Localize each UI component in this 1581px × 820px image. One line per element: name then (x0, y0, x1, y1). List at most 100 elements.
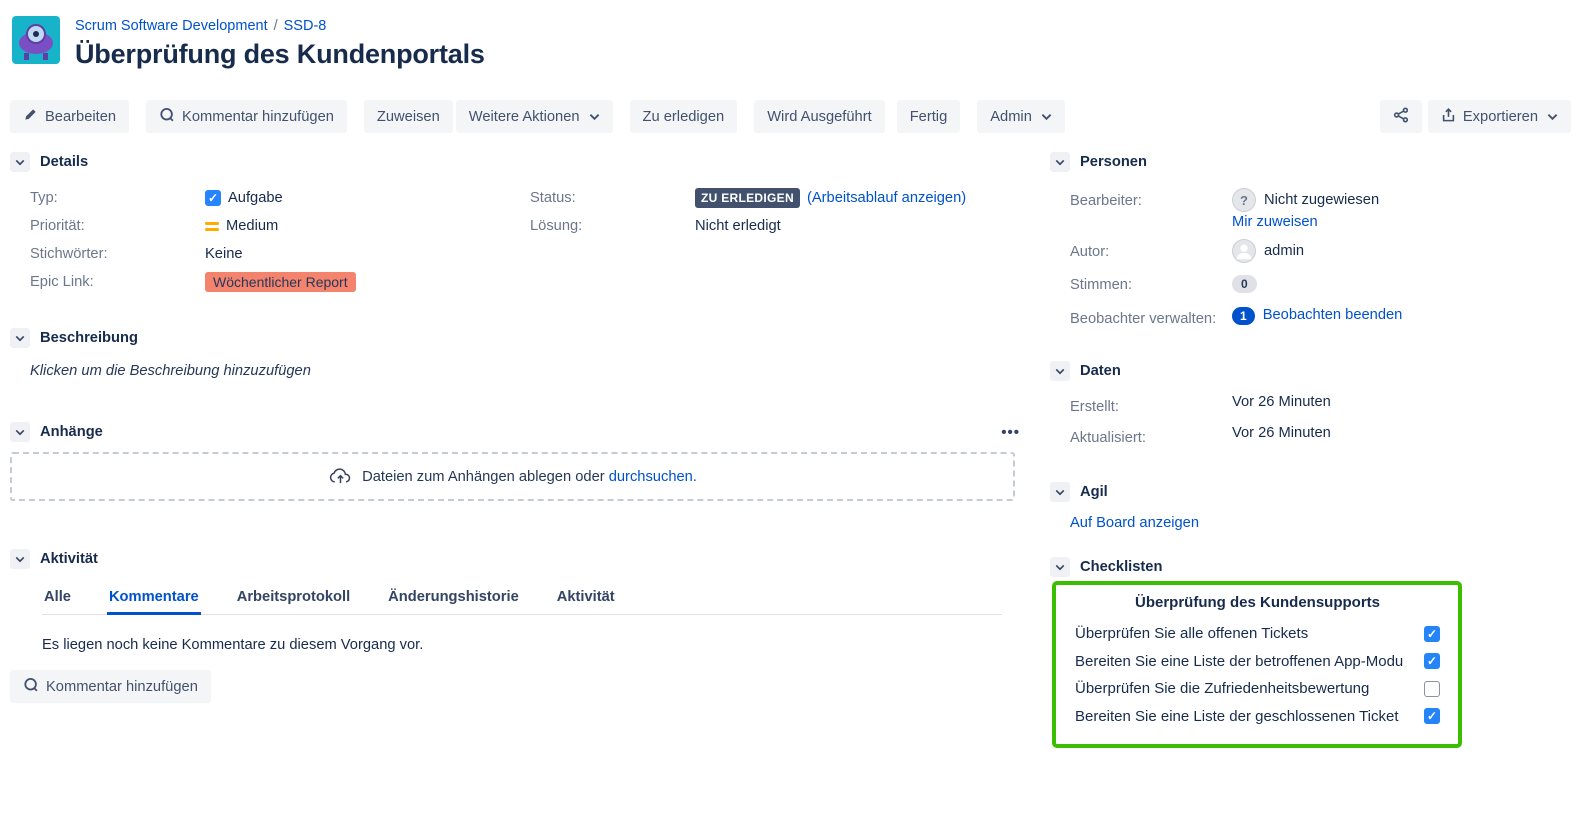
description-placeholder[interactable]: Klicken um die Beschreibung hinzuzufügen (30, 363, 1032, 379)
watchers-value: 1 Beobachten beenden (1232, 305, 1572, 331)
votes-label: Stimmen: (1070, 272, 1232, 296)
breadcrumb-project-link[interactable]: Scrum Software Development (75, 18, 268, 34)
epic-link-value: Wöchentlicher Report (205, 268, 530, 296)
reporter-value: admin (1232, 239, 1572, 263)
checklist-title: Überprüfung des Kundensupports (1075, 594, 1440, 611)
votes-value: 0 (1232, 272, 1572, 296)
checklist-item-label: Überprüfen Sie alle offenen Tickets (1075, 625, 1424, 642)
dates-heading: Daten (1080, 363, 1121, 379)
sidebar: Personen Bearbeiter: ? Nicht zugewiesen … (1050, 149, 1572, 748)
add-comment-bottom-button[interactable]: Kommentar hinzufügen (10, 670, 211, 703)
unassigned-avatar: ? (1232, 188, 1256, 212)
type-value-text: Aufgabe (228, 190, 283, 206)
priority-label: Priorität: (30, 212, 205, 240)
tab-aenderungshistorie[interactable]: Änderungshistorie (386, 583, 521, 614)
collapse-chevron-icon[interactable] (10, 422, 30, 442)
status-label: Status: (530, 184, 695, 212)
resolution-value: Nicht erledigt (695, 212, 1032, 240)
add-comment-button[interactable]: Kommentar hinzufügen (146, 100, 347, 133)
collapse-chevron-icon[interactable] (10, 152, 30, 172)
attachments-section-header: Anhänge ••• (10, 422, 1032, 442)
attachments-heading: Anhänge (40, 424, 103, 440)
checklist-item: Bereiten Sie eine Liste der betroffenen … (1075, 648, 1440, 676)
dates-section-header: Daten (1050, 361, 1572, 381)
checklist-item: Überprüfen Sie die Zufriedenheitsbewertu… (1075, 675, 1440, 703)
collapse-chevron-icon[interactable] (10, 549, 30, 569)
assign-button-label: Zuweisen (377, 109, 440, 125)
share-icon (1393, 107, 1409, 127)
toolbar: Bearbeiten Kommentar hinzufügen Zuweisen… (10, 100, 1571, 133)
share-button[interactable] (1380, 100, 1422, 133)
cloud-upload-icon (328, 465, 353, 489)
collapse-chevron-icon[interactable] (1050, 361, 1070, 381)
export-icon (1441, 107, 1456, 127)
breadcrumb: Scrum Software Development / SSD-8 (75, 16, 485, 36)
description-section-header: Beschreibung (10, 328, 1032, 348)
checklist-checkbox[interactable] (1424, 626, 1440, 642)
votes-badge: 0 (1232, 275, 1257, 293)
breadcrumb-separator: / (274, 18, 278, 34)
priority-medium-icon (205, 222, 219, 231)
resolution-label: Lösung: (530, 212, 695, 240)
collapse-chevron-icon[interactable] (10, 328, 30, 348)
assign-button[interactable]: Zuweisen (364, 100, 453, 133)
assign-to-me-link[interactable]: Mir zuweisen (1232, 214, 1318, 230)
add-comment-button-label: Kommentar hinzufügen (182, 109, 334, 125)
avatar-leg-shape (24, 53, 29, 60)
tab-alle[interactable]: Alle (42, 583, 73, 614)
assignee-value: ? Nicht zugewiesen Mir zuweisen (1232, 188, 1572, 230)
export-button[interactable]: Exportieren (1428, 100, 1571, 133)
dropzone-text: Dateien zum Anhängen ablegen oder durchs… (362, 469, 697, 485)
no-comments-message: Es liegen noch keine Kommentare zu diese… (42, 637, 1032, 653)
dates-grid: Erstellt: Vor 26 Minuten Aktualisiert: V… (1070, 394, 1572, 449)
reporter-name: admin (1264, 243, 1304, 259)
toolbar-right-group: Exportieren (1380, 100, 1571, 133)
view-workflow-link[interactable]: (Arbeitsablauf anzeigen) (807, 190, 966, 206)
admin-button-label: Admin (990, 109, 1032, 125)
transition-done-button[interactable]: Fertig (897, 100, 961, 133)
breadcrumb-issue-link[interactable]: SSD-8 (284, 18, 327, 34)
epic-link-label: Epic Link: (30, 268, 205, 296)
epic-badge[interactable]: Wöchentlicher Report (205, 272, 356, 292)
reporter-label: Autor: (1070, 239, 1232, 263)
stop-watching-link[interactable]: Beobachten beenden (1263, 307, 1403, 323)
checklist-checkbox[interactable] (1424, 681, 1440, 697)
more-actions-button[interactable]: Weitere Aktionen (456, 100, 613, 133)
avatar-pupil-shape (33, 31, 39, 37)
checklist-checkbox[interactable] (1424, 708, 1440, 724)
view-on-board-link[interactable]: Auf Board anzeigen (1070, 515, 1199, 531)
checklist-item-label: Bereiten Sie eine Liste der geschlossene… (1075, 708, 1424, 725)
activity-tabs: Alle Kommentare Arbeitsprotokoll Änderun… (42, 583, 1002, 615)
collapse-chevron-icon[interactable] (1050, 152, 1070, 172)
watchers-count-badge[interactable]: 1 (1232, 307, 1255, 325)
attachment-dropzone[interactable]: Dateien zum Anhängen ablegen oder durchs… (10, 452, 1015, 501)
chevron-down-icon (1041, 109, 1052, 125)
admin-menu-button[interactable]: Admin (977, 100, 1065, 133)
comment-icon (159, 107, 175, 127)
export-button-label: Exportieren (1463, 109, 1538, 125)
header-text: Scrum Software Development / SSD-8 Überprü… (75, 16, 485, 70)
edit-button[interactable]: Bearbeiten (10, 100, 129, 133)
tab-arbeitsprotokoll[interactable]: Arbeitsprotokoll (235, 583, 352, 614)
attachments-menu-button[interactable]: ••• (1001, 424, 1020, 441)
checklist-checkbox[interactable] (1424, 653, 1440, 669)
people-grid: Bearbeiter: ? Nicht zugewiesen Mir zuwei… (1070, 188, 1572, 331)
page-title: Überprüfung des Kundenportals (75, 39, 485, 70)
in-progress-button-label: Wird Ausgeführt (767, 109, 872, 125)
created-label: Erstellt: (1070, 394, 1232, 418)
browse-files-link[interactable]: durchsuchen. (609, 469, 697, 485)
tab-kommentare[interactable]: Kommentare (107, 583, 201, 614)
collapse-chevron-icon[interactable] (1050, 557, 1070, 577)
todo-button-label: Zu erledigen (643, 109, 725, 125)
add-comment-bottom-label: Kommentar hinzufügen (46, 679, 198, 695)
jira-issue-page: Scrum Software Development / SSD-8 Überprü… (0, 0, 1581, 820)
transition-in-progress-button[interactable]: Wird Ausgeführt (754, 100, 885, 133)
tab-aktivitaet[interactable]: Aktivität (555, 583, 617, 614)
details-heading: Details (40, 154, 88, 170)
project-avatar[interactable] (12, 16, 60, 64)
transition-todo-button[interactable]: Zu erledigen (630, 100, 738, 133)
collapse-chevron-icon[interactable] (1050, 482, 1070, 502)
activity-section-header: Aktivität (10, 549, 1032, 569)
checklist-item-label: Bereiten Sie eine Liste der betroffenen … (1075, 653, 1424, 670)
more-actions-label: Weitere Aktionen (469, 109, 580, 125)
